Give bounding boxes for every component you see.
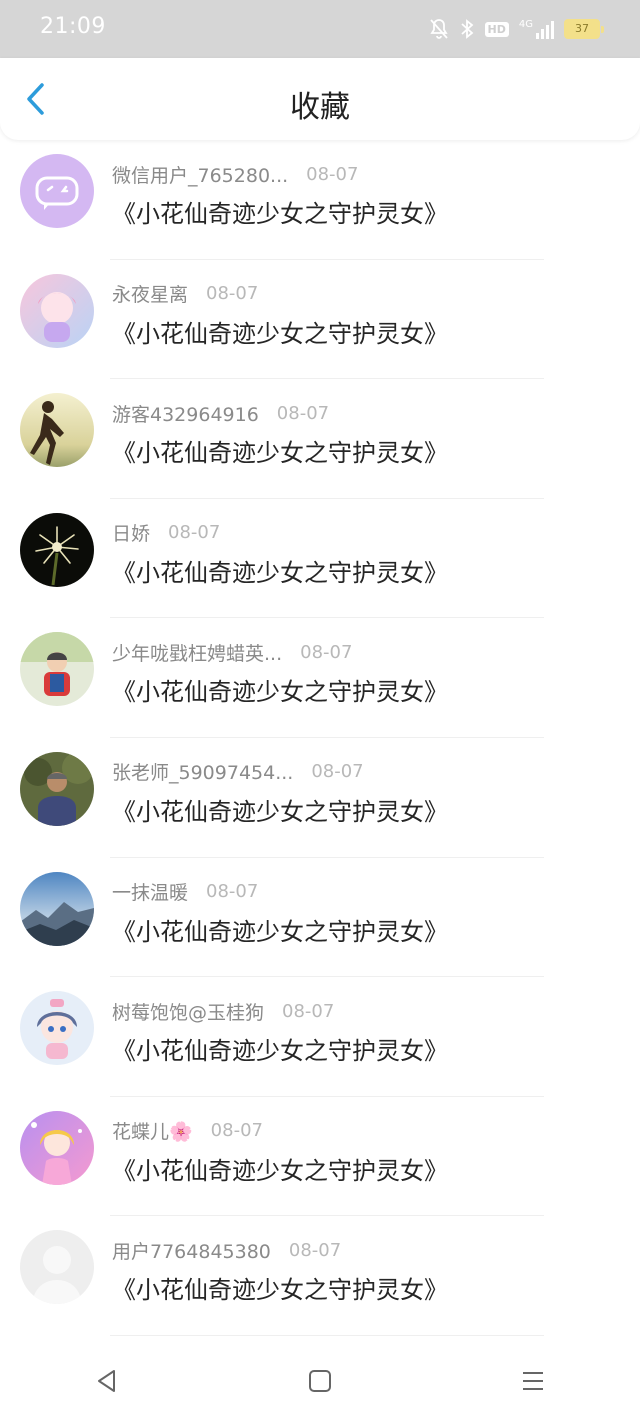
item-title[interactable]: 《小花仙奇迹少女之守护灵女》 — [112, 792, 448, 827]
user-name[interactable]: 张老师_59097454... — [112, 758, 293, 785]
item-title[interactable]: 《小花仙奇迹少女之守护灵女》 — [112, 672, 448, 707]
battery-icon: 37 — [564, 19, 604, 39]
divider — [110, 1334, 544, 1336]
avatar[interactable] — [20, 393, 94, 468]
item-meta: 微信用户_765280... 08-07 — [112, 160, 358, 188]
bell-muted-icon — [429, 19, 448, 39]
avatar[interactable] — [20, 632, 94, 707]
child-photo-avatar — [20, 632, 94, 707]
user-name[interactable]: 永夜星离 — [112, 280, 188, 307]
user-name[interactable]: 树莓饱饱@玉桂狗 — [112, 998, 264, 1025]
nav-bar: 收藏 — [0, 58, 640, 140]
system-home-button[interactable] — [290, 1351, 350, 1411]
item-date: 08-07 — [306, 163, 359, 185]
user-name[interactable]: 游客432964916 — [112, 400, 259, 427]
list-item[interactable]: 用户7764845380 08-07 《小花仙奇迹少女之守护灵女》 — [0, 1216, 640, 1336]
item-date: 08-07 — [276, 402, 330, 424]
list-item[interactable]: 一抹温暖 08-07 《小花仙奇迹少女之守护灵女》 — [0, 858, 640, 978]
item-date: 08-07 — [168, 522, 221, 544]
user-name[interactable]: 花蝶儿🌸 — [112, 1117, 193, 1144]
silhouette-sunset-avatar — [20, 393, 94, 468]
item-meta: 树莓饱饱@玉桂狗 08-07 — [112, 997, 334, 1025]
signal-icon: 4G — [519, 19, 554, 39]
avatar[interactable] — [20, 991, 94, 1066]
back-triangle-icon — [97, 1370, 115, 1392]
default-user-avatar — [20, 1230, 94, 1305]
list-item[interactable]: 花蝶儿🌸 08-07 《小花仙奇迹少女之守护灵女》 — [0, 1097, 640, 1217]
network-type: 4G — [518, 19, 533, 30]
bluetooth-icon — [460, 19, 473, 39]
favorites-list: 微信用户_765280... 08-07 《小花仙奇迹少女之守护灵女》 永夜星离… — [0, 140, 640, 1336]
item-meta: 日娇 08-07 — [112, 519, 220, 547]
avatar[interactable] — [20, 1230, 94, 1305]
item-meta: 游客432964916 08-07 — [112, 399, 329, 427]
list-item[interactable]: 少年咙戥枉娉蜡英... 08-07 《小花仙奇迹少女之守护灵女》 — [0, 618, 640, 738]
item-date: 08-07 — [282, 1000, 335, 1022]
avatar[interactable] — [20, 273, 94, 348]
item-meta: 用户7764845380 08-07 — [112, 1236, 341, 1264]
item-date: 08-07 — [206, 881, 259, 903]
user-name[interactable]: 少年咙戥枉娉蜡英... — [112, 639, 282, 666]
list-item[interactable]: 微信用户_765280... 08-07 《小花仙奇迹少女之守护灵女》 — [0, 140, 640, 260]
list-item[interactable]: 永夜星离 08-07 《小花仙奇迹少女之守护灵女》 — [0, 260, 640, 380]
avatar[interactable] — [20, 751, 94, 826]
item-title[interactable]: 《小花仙奇迹少女之守护灵女》 — [112, 1151, 448, 1186]
item-date: 08-07 — [206, 283, 259, 305]
mountain-landscape-avatar — [20, 871, 94, 946]
system-back-button[interactable] — [77, 1351, 137, 1411]
item-date: 08-07 — [300, 641, 353, 663]
item-title[interactable]: 《小花仙奇迹少女之守护灵女》 — [112, 1270, 448, 1305]
item-title[interactable]: 《小花仙奇迹少女之守护灵女》 — [112, 433, 448, 468]
list-item[interactable]: 日娇 08-07 《小花仙奇迹少女之守护灵女》 — [0, 499, 640, 619]
page-title: 收藏 — [290, 90, 350, 125]
system-menu-button[interactable] — [503, 1351, 563, 1411]
item-meta: 永夜星离 08-07 — [112, 280, 258, 308]
list-item[interactable]: 游客432964916 08-07 《小花仙奇迹少女之守护灵女》 — [0, 379, 640, 499]
status-icons: HD 4G 37 — [429, 16, 604, 42]
night-flower-avatar — [20, 512, 94, 587]
anime-girl-purple-avatar — [20, 1110, 94, 1185]
user-name[interactable]: 一抹温暖 — [112, 878, 188, 905]
anime-girl-blue-avatar — [20, 991, 94, 1066]
item-date: 08-07 — [288, 1239, 342, 1261]
list-item[interactable]: 张老师_59097454... 08-07 《小花仙奇迹少女之守护灵女》 — [0, 738, 640, 858]
system-nav-bar — [0, 1340, 640, 1422]
chat-bubble-avatar-icon — [20, 154, 94, 228]
item-meta: 张老师_59097454... 08-07 — [112, 758, 364, 786]
item-title[interactable]: 《小花仙奇迹少女之守护灵女》 — [112, 553, 448, 588]
man-photo-avatar — [20, 751, 94, 826]
user-name[interactable]: 用户7764845380 — [112, 1237, 271, 1264]
status-bar: 21:09 HD 4G 37 — [0, 0, 640, 58]
avatar[interactable] — [20, 871, 94, 946]
item-title[interactable]: 《小花仙奇迹少女之守护灵女》 — [112, 194, 448, 229]
item-title[interactable]: 《小花仙奇迹少女之守护灵女》 — [112, 912, 448, 947]
avatar[interactable] — [20, 1110, 94, 1185]
avatar[interactable] — [20, 154, 94, 228]
item-title[interactable]: 《小花仙奇迹少女之守护灵女》 — [112, 314, 448, 349]
item-date: 08-07 — [311, 761, 364, 783]
item-meta: 一抹温暖 08-07 — [112, 878, 258, 906]
item-meta: 花蝶儿🌸 08-07 — [112, 1117, 263, 1145]
user-name[interactable]: 微信用户_765280... — [112, 161, 288, 188]
menu-lines-icon — [523, 1372, 544, 1390]
home-square-icon — [308, 1370, 331, 1392]
item-title[interactable]: 《小花仙奇迹少女之守护灵女》 — [112, 1031, 448, 1066]
status-time: 21:09 — [40, 14, 106, 39]
avatar[interactable] — [20, 512, 94, 587]
user-name[interactable]: 日娇 — [112, 519, 150, 546]
anime-girl-pink-avatar — [20, 273, 94, 348]
item-meta: 少年咙戥枉娉蜡英... 08-07 — [112, 638, 352, 666]
item-date: 08-07 — [210, 1120, 263, 1142]
list-item[interactable]: 树莓饱饱@玉桂狗 08-07 《小花仙奇迹少女之守护灵女》 — [0, 977, 640, 1097]
hd-badge: HD — [484, 21, 509, 37]
